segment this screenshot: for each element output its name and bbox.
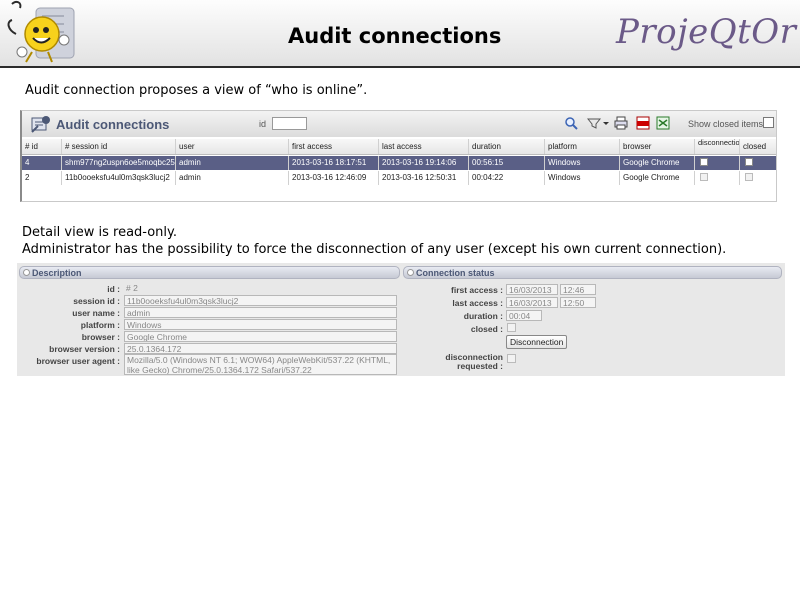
- col-last-access-header[interactable]: last access: [379, 139, 469, 154]
- intro-text: Audit connection proposes a view of “who…: [25, 83, 368, 98]
- table-header-row: # id # session id user first access last…: [22, 139, 776, 155]
- page-header: Audit connections ProjeQtOr: [0, 0, 800, 68]
- detail-note-line2: Administrator has the possibility to for…: [22, 242, 727, 257]
- platform-field: Windows: [124, 319, 397, 330]
- closed-checkbox: [507, 323, 516, 332]
- last-access-label: last access :: [452, 298, 503, 308]
- closed-label: closed :: [470, 324, 503, 334]
- id-filter-input[interactable]: [272, 117, 307, 130]
- id-label: id :: [107, 284, 120, 294]
- col-session-header[interactable]: # session id: [62, 139, 176, 154]
- closed-checkbox: [745, 158, 753, 166]
- print-icon[interactable]: [613, 116, 629, 131]
- cell-platform: Windows: [545, 156, 620, 170]
- disconnection-checkbox: [700, 158, 708, 166]
- first-access-time-field: 12:46: [560, 284, 596, 295]
- cell-session-id: shm977ng2uspn6oe5moqbc25c2: [62, 156, 176, 170]
- cell-browser: Google Chrome: [620, 156, 695, 170]
- browser-version-label: browser version :: [49, 344, 120, 354]
- list-title: Audit connections: [56, 117, 170, 132]
- duration-field: 00:04: [506, 310, 542, 321]
- col-id-header[interactable]: # id: [22, 139, 62, 154]
- session-id-field: 11b0ooeksfu4ul0m3qsk3lucj2: [124, 295, 397, 306]
- show-closed-checkbox[interactable]: [763, 117, 774, 128]
- audit-list-panel: Audit connections id Show closed items #…: [20, 110, 777, 202]
- user-agent-label: browser user agent :: [36, 356, 120, 366]
- duration-label: duration :: [463, 311, 503, 321]
- col-platform-header[interactable]: platform: [545, 139, 620, 154]
- user-agent-field: Mozilla/5.0 (Windows NT 6.1; WOW64) Appl…: [124, 354, 397, 375]
- col-duration-header[interactable]: duration: [469, 139, 545, 154]
- browser-field: Google Chrome: [124, 331, 397, 342]
- cell-session-id: 11b0ooeksfu4ul0m3qsk3lucj2: [62, 171, 176, 185]
- cell-last-access: 2013-03-16 19:14:06: [379, 156, 469, 170]
- cell-browser: Google Chrome: [620, 171, 695, 185]
- id-filter-label: id: [259, 119, 267, 129]
- last-access-date-field: 16/03/2013: [506, 297, 558, 308]
- col-first-access-header[interactable]: first access: [289, 139, 379, 154]
- disconnection-checkbox: [700, 173, 708, 181]
- user-name-label: user name :: [72, 308, 120, 318]
- col-user-header[interactable]: user: [176, 139, 289, 154]
- cell-first-access: 2013-03-16 18:17:51: [289, 156, 379, 170]
- cell-last-access: 2013-03-16 12:50:31: [379, 171, 469, 185]
- first-access-date-field: 16/03/2013: [506, 284, 558, 295]
- first-access-label: first access :: [451, 285, 503, 295]
- cell-id: 2: [22, 171, 62, 185]
- csv-export-icon[interactable]: [655, 116, 671, 131]
- detail-note: Detail view is read-only. Administrator …: [22, 224, 726, 258]
- filter-icon[interactable]: [586, 116, 609, 131]
- col-disconnection-header[interactable]: disconnection requested: [695, 139, 740, 154]
- cell-platform: Windows: [545, 171, 620, 185]
- cell-user: admin: [176, 171, 289, 185]
- disconnection-requested-checkbox: [507, 354, 516, 363]
- detail-note-line1: Detail view is read-only.: [22, 225, 177, 240]
- collapse-icon[interactable]: [23, 269, 30, 276]
- list-header: Audit connections id Show closed items: [22, 111, 776, 137]
- cell-first-access: 2013-03-16 12:46:09: [289, 171, 379, 185]
- browser-version-field: 25.0.1364.172: [124, 343, 397, 354]
- connection-status-section-title: Connection status: [416, 268, 495, 278]
- col-browser-header[interactable]: browser: [620, 139, 695, 154]
- smiley-mascot-logo: [7, 0, 75, 63]
- cell-disconnection-requested: [695, 171, 740, 185]
- table-row[interactable]: 4 shm977ng2uspn6oe5moqbc25c2 admin 2013-…: [22, 156, 776, 170]
- disconnection-button[interactable]: Disconnection: [506, 335, 568, 349]
- detail-panel: Description id : # 2 session id : 11b0oo…: [17, 263, 785, 376]
- pdf-icon[interactable]: [635, 116, 651, 131]
- cell-duration: 00:04:22: [469, 171, 545, 185]
- search-icon[interactable]: [563, 116, 579, 131]
- connection-status-section-header[interactable]: Connection status: [403, 266, 782, 279]
- col-closed-header[interactable]: closed: [740, 139, 777, 154]
- user-name-field: admin: [124, 307, 397, 318]
- cell-disconnection-requested: [695, 156, 740, 170]
- projeqtor-logo: ProjeQtOr: [616, 12, 797, 52]
- platform-label: platform :: [80, 320, 120, 330]
- cell-closed: [740, 156, 777, 170]
- last-access-time-field: 12:50: [560, 297, 596, 308]
- page-title: Audit connections: [288, 24, 502, 48]
- description-section-header[interactable]: Description: [19, 266, 400, 279]
- description-section-title: Description: [32, 268, 82, 278]
- collapse-icon[interactable]: [407, 269, 414, 276]
- table-row[interactable]: 2 11b0ooeksfu4ul0m3qsk3lucj2 admin 2013-…: [22, 171, 776, 185]
- cell-duration: 00:56:15: [469, 156, 545, 170]
- disconnection-requested-label-line2: requested :: [457, 361, 503, 371]
- cell-closed: [740, 171, 777, 185]
- show-closed-label: Show closed items: [688, 119, 764, 129]
- audit-connections-icon: [31, 116, 50, 133]
- closed-checkbox: [745, 173, 753, 181]
- browser-label: browser :: [81, 332, 120, 342]
- cell-user: admin: [176, 156, 289, 170]
- id-value: # 2: [126, 283, 138, 293]
- cell-id: 4: [22, 156, 62, 170]
- session-id-label: session id :: [73, 296, 120, 306]
